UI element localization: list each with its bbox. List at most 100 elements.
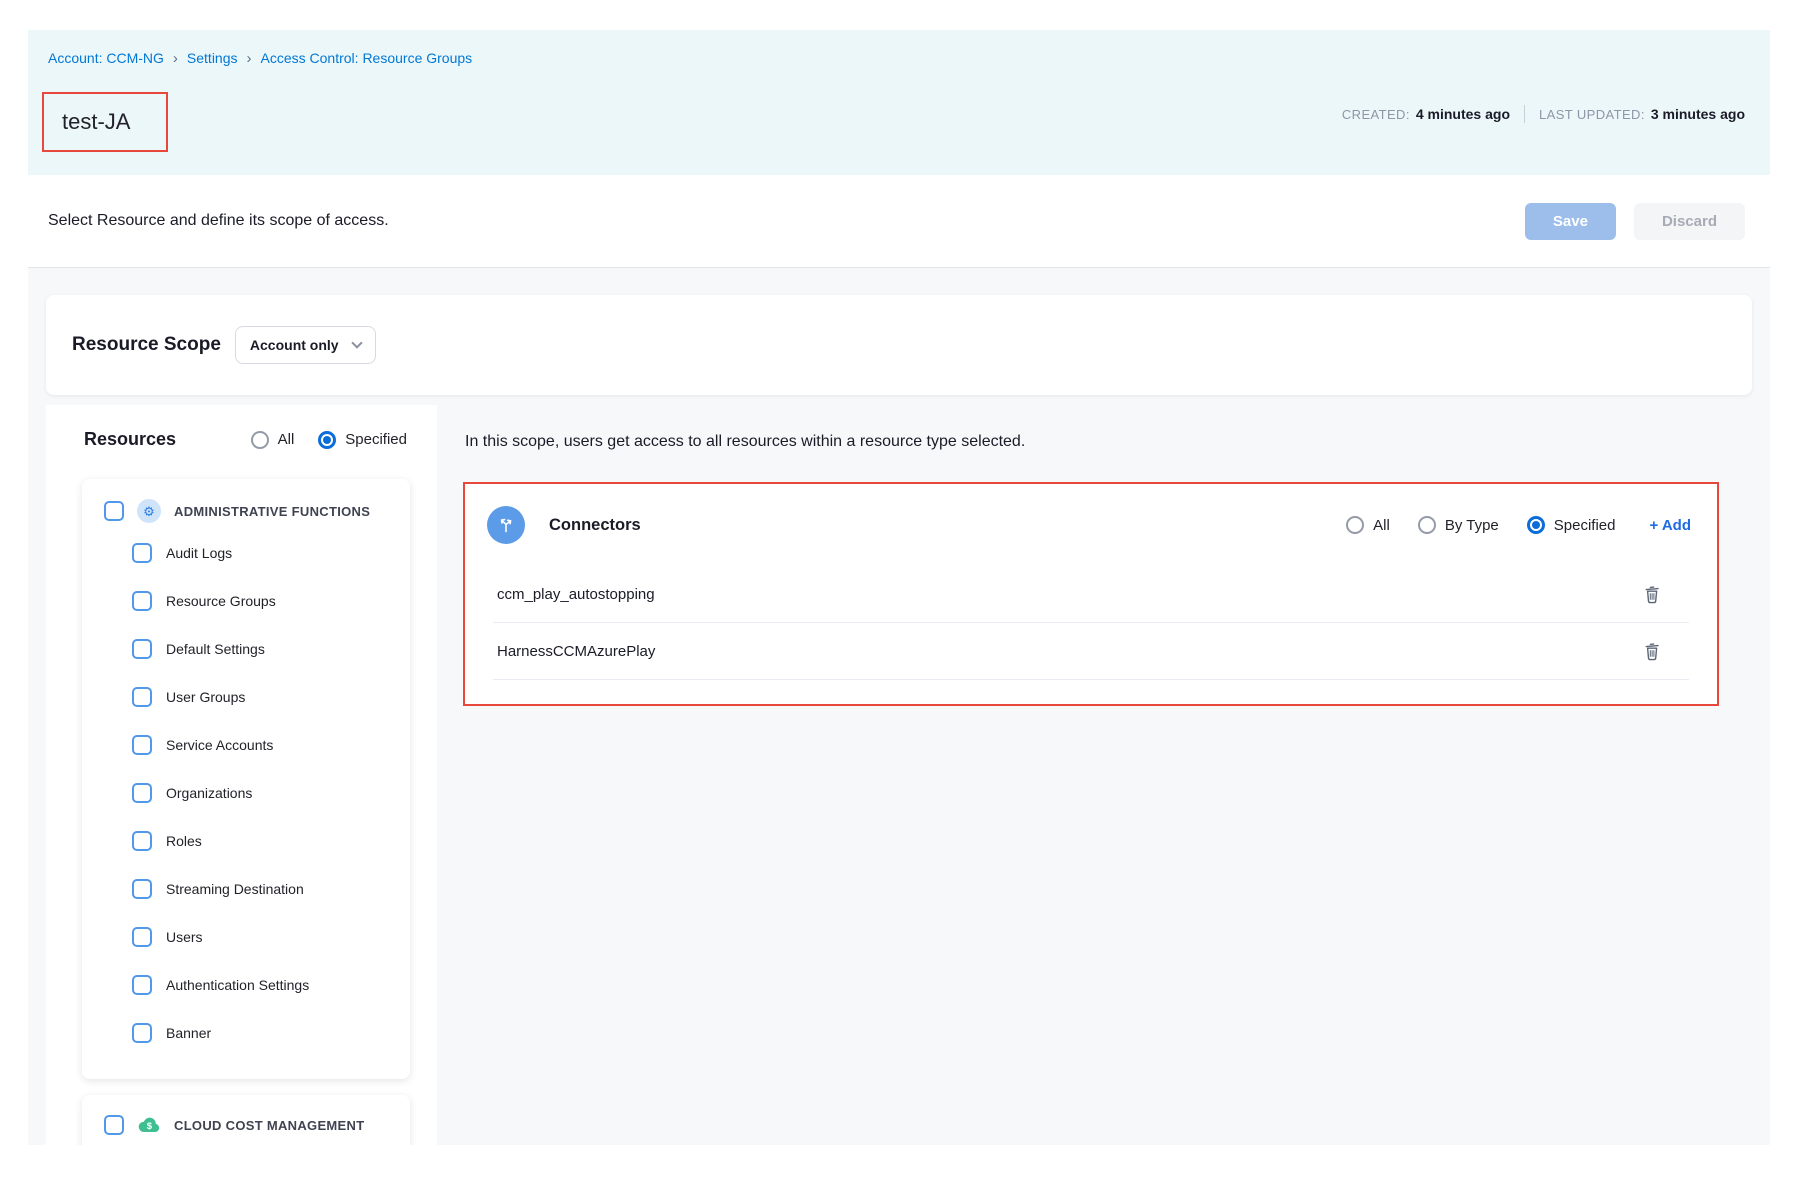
checkbox-icon[interactable] <box>132 591 152 611</box>
divider <box>1524 105 1525 123</box>
connectors-radio-group: All By Type Specified <box>1346 516 1615 534</box>
connector-icon <box>487 506 525 544</box>
breadcrumb-account-link[interactable]: Account: CCM-NG <box>48 50 164 66</box>
breadcrumb: Account: CCM-NG › Settings › Access Cont… <box>48 50 472 66</box>
item-label: Authentication Settings <box>166 977 309 993</box>
resource-item-banner[interactable]: Banner <box>82 1009 410 1057</box>
chevron-down-icon <box>351 337 362 348</box>
resource-item-authentication-settings[interactable]: Authentication Settings <box>82 961 410 1009</box>
resource-scope-value: Account only <box>250 337 339 353</box>
radio-specified-label: Specified <box>1554 517 1616 534</box>
item-label: Banner <box>166 1025 211 1041</box>
cloud-cost-card: $ CLOUD COST MANAGEMENT <box>82 1095 410 1145</box>
connectors-radio-by-type[interactable]: By Type <box>1418 516 1499 534</box>
checkbox-icon[interactable] <box>132 783 152 803</box>
gear-icon: ⚙ <box>137 499 161 523</box>
resource-item-users[interactable]: Users <box>82 913 410 961</box>
resource-item-audit-logs[interactable]: Audit Logs <box>82 529 410 577</box>
chevron-right-icon: › <box>247 50 252 66</box>
connectors-radio-all[interactable]: All <box>1346 516 1390 534</box>
connector-name: HarnessCCMAzurePlay <box>493 643 1639 660</box>
item-label: User Groups <box>166 689 245 705</box>
resources-radio-all[interactable]: All <box>251 431 295 449</box>
breadcrumb-current[interactable]: Access Control: Resource Groups <box>261 50 473 66</box>
connectors-title: Connectors <box>549 516 641 535</box>
item-label: Resource Groups <box>166 593 276 609</box>
resources-panel: Resources All Specified ⚙ <box>46 405 437 1145</box>
connectors-radio-specified[interactable]: Specified <box>1527 516 1616 534</box>
checkbox-icon[interactable] <box>132 687 152 707</box>
trash-icon <box>1643 641 1661 661</box>
admin-functions-header: ⚙ ADMINISTRATIVE FUNCTIONS <box>82 493 410 529</box>
resource-item-organizations[interactable]: Organizations <box>82 769 410 817</box>
radio-all-label: All <box>1373 517 1390 534</box>
resource-scope-dropdown[interactable]: Account only <box>235 326 376 364</box>
radio-specified-label: Specified <box>345 431 407 448</box>
resources-header: Resources All Specified <box>46 405 437 450</box>
resource-item-service-accounts[interactable]: Service Accounts <box>82 721 410 769</box>
admin-functions-checkbox[interactable] <box>104 501 124 521</box>
title-annotation-box: test-JA <box>42 92 168 152</box>
item-label: Default Settings <box>166 641 265 657</box>
cloud-dollar-icon: $ <box>137 1113 161 1137</box>
cloud-cost-header: $ CLOUD COST MANAGEMENT <box>82 1107 410 1143</box>
admin-functions-label: ADMINISTRATIVE FUNCTIONS <box>174 504 370 519</box>
resource-item-roles[interactable]: Roles <box>82 817 410 865</box>
last-updated-value: 3 minutes ago <box>1651 106 1745 122</box>
checkbox-icon[interactable] <box>132 543 152 563</box>
cloud-cost-checkbox[interactable] <box>104 1115 124 1135</box>
resource-item-streaming-destination[interactable]: Streaming Destination <box>82 865 410 913</box>
resources-title: Resources <box>84 429 176 450</box>
toolbar: Select Resource and define its scope of … <box>28 175 1770 268</box>
checkbox-icon[interactable] <box>132 879 152 899</box>
svg-text:$: $ <box>147 1121 153 1132</box>
page-header: Account: CCM-NG › Settings › Access Cont… <box>28 30 1770 175</box>
delete-connector-button[interactable] <box>1639 637 1665 665</box>
radio-unchecked-icon[interactable] <box>1346 516 1364 534</box>
resource-scope-card: Resource Scope Account only <box>46 295 1752 395</box>
item-label: Roles <box>166 833 202 849</box>
toolbar-buttons: Save Discard <box>1525 203 1745 240</box>
radio-checked-icon[interactable] <box>1527 516 1545 534</box>
connector-name: ccm_play_autostopping <box>493 586 1639 603</box>
checkbox-icon[interactable] <box>132 975 152 995</box>
page-title: test-JA <box>62 109 130 135</box>
checkbox-icon[interactable] <box>132 735 152 755</box>
chevron-right-icon: › <box>173 50 178 66</box>
radio-unchecked-icon[interactable] <box>1418 516 1436 534</box>
connector-rows: ccm_play_autostopping HarnessCCMAzurePla… <box>493 566 1689 680</box>
checkbox-icon[interactable] <box>132 639 152 659</box>
discard-button[interactable]: Discard <box>1634 203 1745 240</box>
checkbox-icon[interactable] <box>132 831 152 851</box>
item-label: Streaming Destination <box>166 881 304 897</box>
resources-radio-specified[interactable]: Specified <box>318 431 407 449</box>
timestamps: CREATED: 4 minutes ago LAST UPDATED: 3 m… <box>1342 105 1745 123</box>
save-button[interactable]: Save <box>1525 203 1616 240</box>
cloud-cost-label: CLOUD COST MANAGEMENT <box>174 1118 364 1133</box>
last-updated-label: LAST UPDATED: <box>1539 107 1645 122</box>
checkbox-icon[interactable] <box>132 1023 152 1043</box>
scope-note: In this scope, users get access to all r… <box>465 433 1025 451</box>
item-label: Organizations <box>166 785 252 801</box>
breadcrumb-settings-link[interactable]: Settings <box>187 50 238 66</box>
item-label: Users <box>166 929 203 945</box>
main-content: Resource Scope Account only Resources Al… <box>28 268 1770 1145</box>
item-label: Audit Logs <box>166 545 232 561</box>
resources-radio-group: All Specified <box>251 431 407 449</box>
connectors-header: Connectors All By Type Specified <box>465 484 1717 566</box>
resource-item-default-settings[interactable]: Default Settings <box>82 625 410 673</box>
radio-all-label: All <box>278 431 295 448</box>
resource-item-user-groups[interactable]: User Groups <box>82 673 410 721</box>
resource-item-resource-groups[interactable]: Resource Groups <box>82 577 410 625</box>
checkbox-icon[interactable] <box>132 927 152 947</box>
trash-icon <box>1643 584 1661 604</box>
admin-functions-card: ⚙ ADMINISTRATIVE FUNCTIONS Audit Logs Re… <box>82 479 410 1079</box>
radio-by-type-label: By Type <box>1445 517 1499 534</box>
radio-unchecked-icon[interactable] <box>251 431 269 449</box>
connector-row: ccm_play_autostopping <box>493 566 1689 623</box>
add-connector-button[interactable]: + Add <box>1649 517 1691 534</box>
delete-connector-button[interactable] <box>1639 580 1665 608</box>
connectors-annotation-box: Connectors All By Type Specified <box>463 482 1719 706</box>
instruction-text: Select Resource and define its scope of … <box>48 212 389 230</box>
radio-checked-icon[interactable] <box>318 431 336 449</box>
